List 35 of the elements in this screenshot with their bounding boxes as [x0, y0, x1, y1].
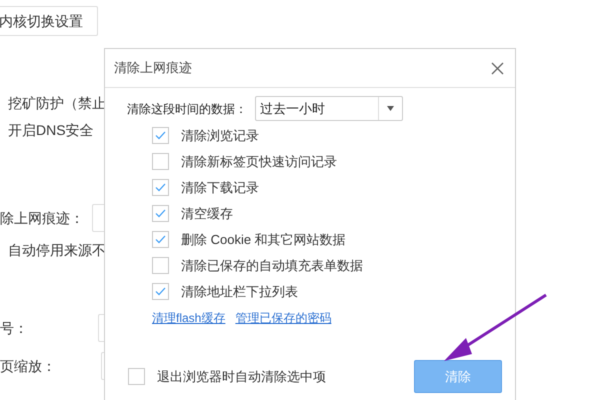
setting-label: 挖矿防护（禁止	[8, 94, 106, 113]
checkbox[interactable]	[152, 153, 169, 170]
setting-label: 页缩放：	[0, 357, 56, 376]
check-icon	[155, 131, 166, 140]
checkbox[interactable]	[152, 231, 169, 248]
setting-label: 开启DNS安全	[8, 121, 94, 140]
text-link[interactable]: 清理flash缓存	[152, 309, 226, 327]
option-label: 清除下载记录	[181, 179, 259, 196]
option-label: 清除新标签页快速访问记录	[181, 153, 337, 170]
checkbox[interactable]	[152, 179, 169, 196]
check-icon	[155, 235, 166, 244]
option-label: 删除 Cookie 和其它网站数据	[181, 231, 346, 248]
option-label: 退出浏览器时自动清除选中项	[157, 368, 327, 386]
checkbox[interactable]	[152, 205, 169, 222]
close-icon[interactable]	[491, 62, 504, 74]
option-label: 清除浏览记录	[181, 127, 259, 144]
option-label: 清除地址栏下拉列表	[181, 283, 298, 300]
checkbox[interactable]	[152, 127, 169, 144]
text-link[interactable]: 管理已保存的密码	[235, 309, 332, 327]
check-icon	[155, 183, 166, 192]
setting-label: 自动停用来源不	[8, 241, 106, 260]
caret-icon	[387, 106, 394, 111]
dialog-title: 清除上网痕迹	[114, 59, 192, 78]
option-label: 清除已保存的自动填充表单数据	[181, 257, 363, 274]
check-icon	[155, 209, 166, 218]
checkbox[interactable]	[152, 257, 169, 274]
checkbox[interactable]	[152, 283, 169, 300]
checkbox[interactable]	[128, 368, 145, 385]
engine-switch-button[interactable]: 内核切换设置	[0, 6, 98, 36]
option-label: 清空缓存	[181, 205, 233, 222]
setting-label: 除上网痕迹：	[0, 209, 84, 228]
setting-label: 号：	[0, 319, 28, 338]
time-range-label: 清除这段时间的数据：	[127, 100, 248, 118]
time-range-dropdown[interactable]: 过去一小时	[255, 96, 403, 121]
check-icon	[155, 287, 166, 296]
